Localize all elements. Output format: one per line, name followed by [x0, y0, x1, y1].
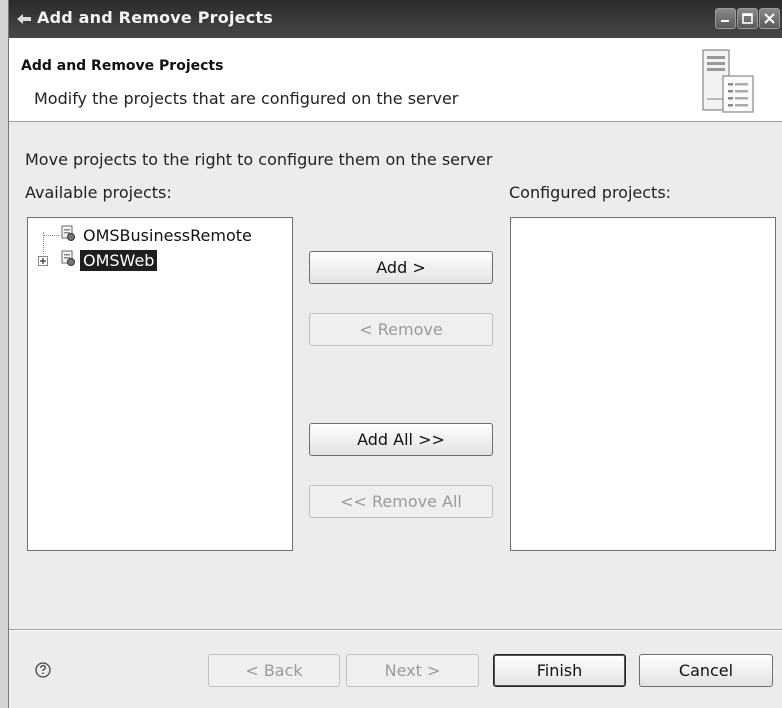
back-arrow-icon	[15, 10, 33, 28]
instruction-text: Move projects to the right to configure …	[25, 150, 493, 169]
server-icon	[701, 48, 759, 116]
back-button[interactable]: < Back	[208, 654, 340, 687]
cancel-button[interactable]: Cancel	[639, 654, 773, 687]
maximize-button[interactable]	[737, 8, 758, 29]
remove-button[interactable]: < Remove	[309, 313, 493, 346]
project-icon	[60, 225, 76, 245]
configured-projects-label: Configured projects:	[509, 183, 672, 202]
remove-all-button[interactable]: << Remove All	[309, 485, 493, 518]
next-button[interactable]: Next >	[346, 654, 479, 687]
minimize-button[interactable]	[715, 8, 736, 29]
window-title: Add and Remove Projects	[37, 8, 273, 27]
add-all-button[interactable]: Add All >>	[309, 423, 493, 456]
project-name: OMSWeb	[80, 249, 158, 271]
close-button[interactable]	[759, 8, 780, 29]
banner-description: Modify the projects that are configured …	[34, 89, 459, 108]
finish-button[interactable]: Finish	[493, 654, 626, 687]
title-bar[interactable]: Add and Remove Projects	[9, 0, 782, 38]
banner-title: Add and Remove Projects	[21, 58, 224, 74]
wizard-banner: Add and Remove Projects Modify the proje…	[9, 38, 782, 122]
dialog-window: Add and Remove Projects Add and Remove P…	[8, 0, 782, 708]
available-projects-list[interactable]: OMSBusinessRemote OMSWeb	[27, 217, 293, 551]
maximize-icon	[742, 13, 753, 24]
add-button[interactable]: Add >	[309, 251, 493, 284]
footer-separator	[9, 629, 782, 631]
available-projects-label: Available projects:	[25, 183, 172, 202]
tree-item-omsweb[interactable]: OMSWeb	[36, 249, 158, 271]
project-name: OMSBusinessRemote	[83, 225, 252, 245]
close-icon	[764, 13, 775, 24]
help-icon[interactable]	[33, 660, 53, 680]
project-icon	[60, 250, 76, 270]
minimize-icon	[720, 13, 731, 24]
configured-projects-list[interactable]	[510, 217, 776, 551]
tree-item-omsbusinessremote[interactable]: OMSBusinessRemote	[36, 224, 255, 246]
